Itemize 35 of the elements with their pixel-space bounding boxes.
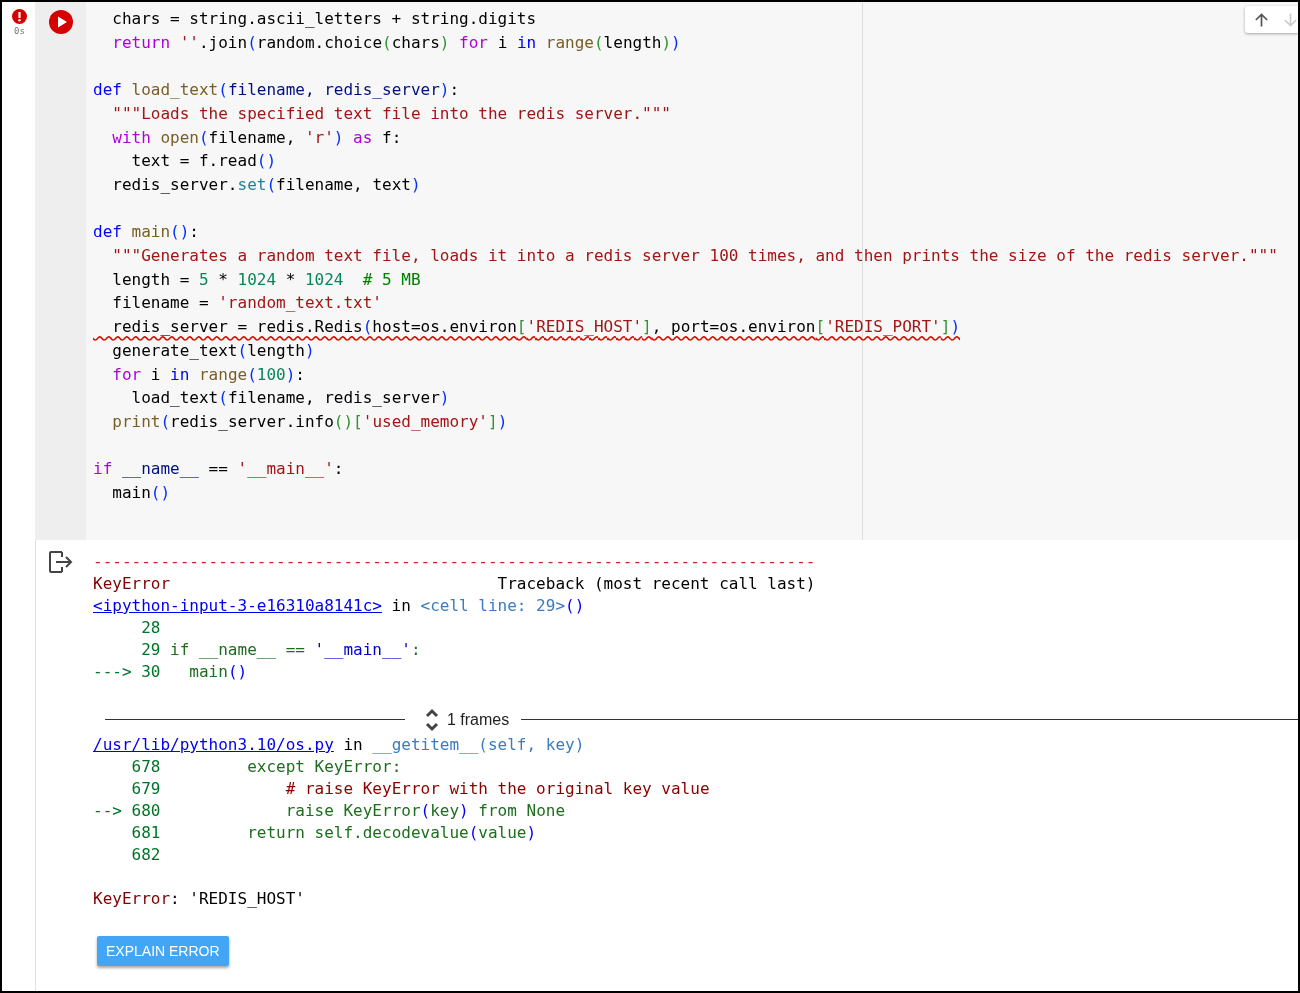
traceback-text: in __getitem__(self, key) <box>342 735 585 754</box>
traceback-line: 682 <box>130 844 161 866</box>
code-line: chars = string.ascii_letters + string.digits <box>111 8 537 30</box>
traceback-line: --> 680 raise KeyError(key) from None <box>93 800 566 822</box>
code-line: redis_server.set(filename, text) <box>111 173 421 196</box>
traceback-line: 678 except KeyError: <box>130 756 402 778</box>
code-line: main() <box>111 482 171 504</box>
traceback-line: KeyError: 'REDIS_HOST' <box>93 888 305 910</box>
code-line: for i in range(100): <box>111 363 305 386</box>
traceback-line: --------------------------------------------------------------------------- <box>93 551 816 573</box>
traceback-line: 29 if __name__ == '__main__': <box>140 639 421 661</box>
code-line: def main(): <box>93 221 199 244</box>
traceback-line: ---> 30 main() <box>93 661 248 683</box>
code-line: text = f.read() <box>130 150 277 173</box>
code-line: load_text(filename, redis_server) <box>130 387 450 410</box>
traceback-line: 28 <box>140 617 161 639</box>
code-line: print(redis_server.info()['used_memory']) <box>111 410 508 433</box>
code-line: """Loads the specified text file into the redis server.""" <box>111 102 671 125</box>
code-line: """Generates a random text file, loads it into a redis server 100 times, and then prints the size of the redis server.""" <box>111 245 1278 267</box>
execution-time: 0s <box>14 26 25 36</box>
file-link[interactable]: /usr/lib/python3.10/os.py <box>93 735 334 754</box>
code-line: with open(filename, 'r') as f: <box>111 126 402 149</box>
code-line: filename = 'random_text.txt' <box>111 292 382 315</box>
code-line: return ''.join(random.choice(chars) for i in range(length)) <box>111 31 681 54</box>
code-line: if __name__ == '__main__': <box>93 458 344 481</box>
code-line: generate_text(length) <box>111 339 315 362</box>
code-line: def load_text(filename, redis_server): <box>93 79 460 102</box>
code-line: redis_server = redis.Redis(host=os.environ['REDIS_HOST'], port=os.environ['REDIS_PORT']) <box>111 316 960 339</box>
file-link[interactable]: <ipython-input-3-e16310a8141c> <box>93 596 382 615</box>
frames-toggle[interactable]: 1 frames <box>447 710 510 729</box>
traceback-text: in <cell line: 29>() <box>390 596 585 615</box>
traceback-line: 679 # raise KeyError with the original key value <box>130 778 710 800</box>
traceback-line: KeyError Traceback (most recent call last) <box>93 573 816 595</box>
traceback-line: 681 return self.decodevalue(value) <box>130 822 537 844</box>
code-line: length = 5 * 1024 * 1024 # 5 MB <box>111 268 421 291</box>
